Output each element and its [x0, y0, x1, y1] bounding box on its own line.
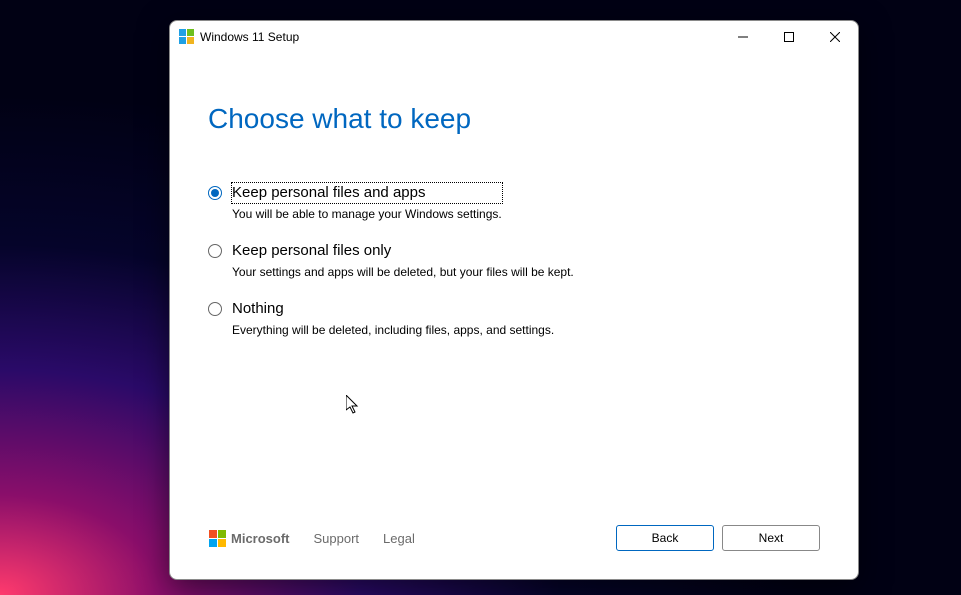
option-description: You will be able to manage your Windows …: [232, 207, 502, 221]
option-text: Keep personal files and apps You will be…: [232, 183, 502, 221]
page-heading: Choose what to keep: [208, 103, 820, 135]
footer-buttons: Back Next: [616, 525, 820, 551]
option-text: Keep personal files only Your settings a…: [232, 241, 574, 279]
window-title: Windows 11 Setup: [200, 30, 720, 44]
footer-left: Microsoft Support Legal: [208, 529, 415, 547]
minimize-icon: [738, 32, 748, 42]
titlebar: Windows 11 Setup: [170, 21, 858, 53]
support-link[interactable]: Support: [314, 531, 360, 546]
options-group: Keep personal files and apps You will be…: [208, 183, 820, 337]
option-label: Keep personal files and apps: [232, 183, 502, 203]
close-button[interactable]: [812, 21, 858, 53]
footer: Microsoft Support Legal Back Next: [170, 519, 858, 579]
option-description: Your settings and apps will be deleted, …: [232, 265, 574, 279]
close-icon: [830, 32, 840, 42]
radio-button[interactable]: [208, 302, 222, 316]
legal-link[interactable]: Legal: [383, 531, 415, 546]
window-controls: [720, 21, 858, 53]
option-keep-files-only[interactable]: Keep personal files only Your settings a…: [208, 241, 820, 279]
minimize-button[interactable]: [720, 21, 766, 53]
option-nothing[interactable]: Nothing Everything will be deleted, incl…: [208, 299, 820, 337]
maximize-icon: [784, 32, 794, 42]
microsoft-logo-icon: [208, 529, 226, 547]
option-text: Nothing Everything will be deleted, incl…: [232, 299, 554, 337]
option-description: Everything will be deleted, including fi…: [232, 323, 554, 337]
option-keep-files-apps[interactable]: Keep personal files and apps You will be…: [208, 183, 820, 221]
maximize-button[interactable]: [766, 21, 812, 53]
radio-button[interactable]: [208, 244, 222, 258]
radio-button[interactable]: [208, 186, 222, 200]
next-button[interactable]: Next: [722, 525, 820, 551]
option-label: Nothing: [232, 299, 554, 319]
microsoft-logo: Microsoft: [208, 529, 290, 547]
back-button[interactable]: Back: [616, 525, 714, 551]
option-label: Keep personal files only: [232, 241, 574, 261]
setup-window: Windows 11 Setup Choose what to keep Kee…: [169, 20, 859, 580]
content-area: Choose what to keep Keep personal files …: [170, 53, 858, 519]
app-icon: [178, 29, 194, 45]
microsoft-logo-text: Microsoft: [231, 531, 290, 546]
